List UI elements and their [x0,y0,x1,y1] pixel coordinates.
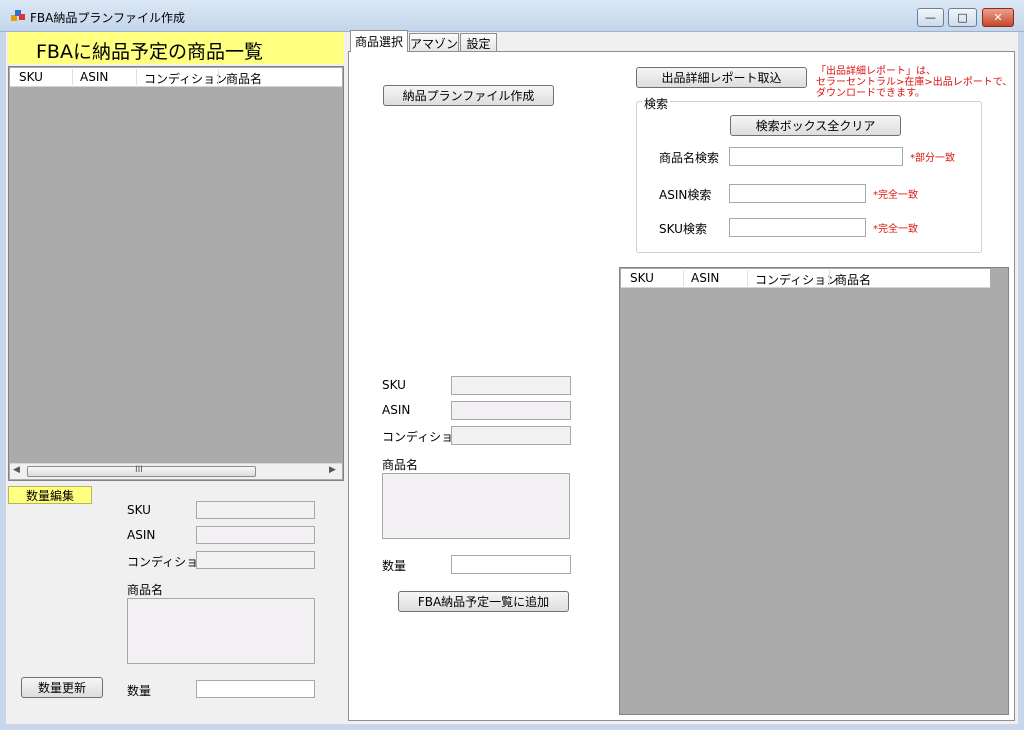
import-report-button[interactable]: 出品詳細レポート取込 [636,67,807,88]
name-search-note: *部分一致 [910,153,955,164]
qty-field[interactable] [451,555,571,574]
results-column-name[interactable]: 商品名 [835,271,871,288]
horizontal-scrollbar[interactable]: ◀ III ▶ [10,463,342,479]
product-search-results-list[interactable]: SKU ASIN コンディション 商品名 [619,267,1009,715]
asin-field[interactable] [451,401,571,420]
name-search-input[interactable] [729,147,903,166]
title-bar: FBA納品プランファイル作成 — □ ✕ [0,0,1024,32]
name-field[interactable] [382,473,570,539]
results-column-asin[interactable]: ASIN [691,271,719,285]
create-plan-file-button[interactable]: 納品プランファイル作成 [383,85,554,106]
fba-list-title: FBAに納品予定の商品一覧 [36,41,263,63]
qty-label: 数量 [382,559,407,573]
left-qty-field[interactable] [196,680,315,698]
asin-search-label: ASIN検索 [659,188,712,202]
left-sku-field[interactable] [196,501,315,519]
tab-amazon[interactable]: アマゾン [409,33,459,52]
sku-search-input[interactable] [729,218,866,237]
scroll-thumb[interactable]: III [27,465,256,477]
scroll-right-icon[interactable]: ▶ [329,465,336,475]
fba-list-column-header: SKU ASIN コンディション 商品名 [10,68,342,87]
left-name-label: 商品名 [127,583,164,597]
name-label: 商品名 [382,458,419,472]
asin-search-note: *完全一致 [873,190,918,201]
tab-settings[interactable]: 設定 [460,33,497,52]
condition-field[interactable] [451,426,571,445]
sku-search-note: *完全一致 [873,224,918,235]
sku-search-label: SKU検索 [659,222,707,236]
tab-product-select[interactable]: 商品選択 [350,30,408,52]
fba-items-list[interactable]: SKU ASIN コンディション 商品名 ◀ III ▶ [8,66,344,481]
results-column-condition[interactable]: コンディション [755,271,838,288]
results-column-sku[interactable]: SKU [630,271,654,285]
clear-search-button[interactable]: 検索ボックス全クリア [730,115,901,136]
search-group-legend: 検索 [642,95,671,112]
edit-quantity-button[interactable]: 数量編集 [8,486,92,504]
name-search-label: 商品名検索 [659,151,720,165]
fba-list-header: FBAに納品予定の商品一覧 [8,32,344,64]
left-sku-label: SKU [127,503,151,517]
minimize-button[interactable]: — [917,8,944,27]
report-instruction-note: 「出品詳細レポート」は、 セラーセントラル>在庫>出品レポートで、 ダウンロード… [816,66,1013,99]
close-button[interactable]: ✕ [982,8,1014,27]
left-qty-label: 数量 [127,684,152,698]
column-sku[interactable]: SKU [19,70,43,84]
app-icon [11,10,25,21]
left-asin-field[interactable] [196,526,315,544]
scroll-left-icon[interactable]: ◀ [13,465,20,475]
maximize-button[interactable]: □ [948,8,977,27]
column-condition[interactable]: コンディション [144,70,227,87]
column-asin[interactable]: ASIN [80,70,108,84]
left-condition-field[interactable] [196,551,315,569]
results-column-header: SKU ASIN コンディション 商品名 [621,269,990,288]
sku-field[interactable] [451,376,571,395]
asin-label: ASIN [382,403,411,417]
sku-label: SKU [382,378,406,392]
window-title: FBA納品プランファイル作成 [30,11,185,25]
column-name[interactable]: 商品名 [226,70,262,87]
left-asin-label: ASIN [127,528,156,542]
update-quantity-button[interactable]: 数量更新 [21,677,103,698]
scroll-grip-icon: III [135,465,143,475]
asin-search-input[interactable] [729,184,866,203]
left-name-field[interactable] [127,598,315,664]
add-to-fba-list-button[interactable]: FBA納品予定一覧に追加 [398,591,569,612]
